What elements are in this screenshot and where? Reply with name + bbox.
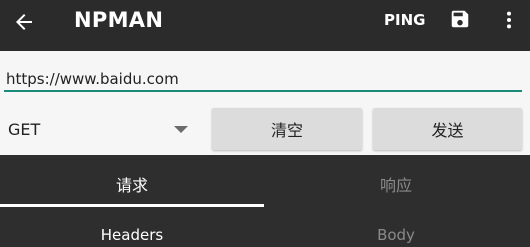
send-button[interactable]: 发送 (373, 108, 522, 150)
clear-button[interactable]: 清空 (212, 108, 362, 150)
dropdown-arrow-icon (174, 126, 188, 133)
url-input[interactable] (4, 68, 522, 92)
tab-indicator (0, 204, 264, 207)
tab-body[interactable]: Body (264, 226, 528, 244)
tab-request[interactable]: 请求 (0, 172, 264, 196)
app-title: NPMAN (74, 8, 164, 32)
back-arrow-icon[interactable] (12, 10, 36, 34)
save-icon[interactable] (449, 8, 471, 30)
app-bar: NPMAN PING (0, 0, 530, 51)
ping-button[interactable]: PING (384, 11, 425, 29)
tab-headers[interactable]: Headers (0, 226, 264, 244)
method-label: GET (8, 120, 41, 139)
more-vertical-icon[interactable] (498, 8, 520, 32)
tab-response[interactable]: 响应 (264, 172, 528, 196)
method-dropdown[interactable]: GET (8, 118, 198, 142)
